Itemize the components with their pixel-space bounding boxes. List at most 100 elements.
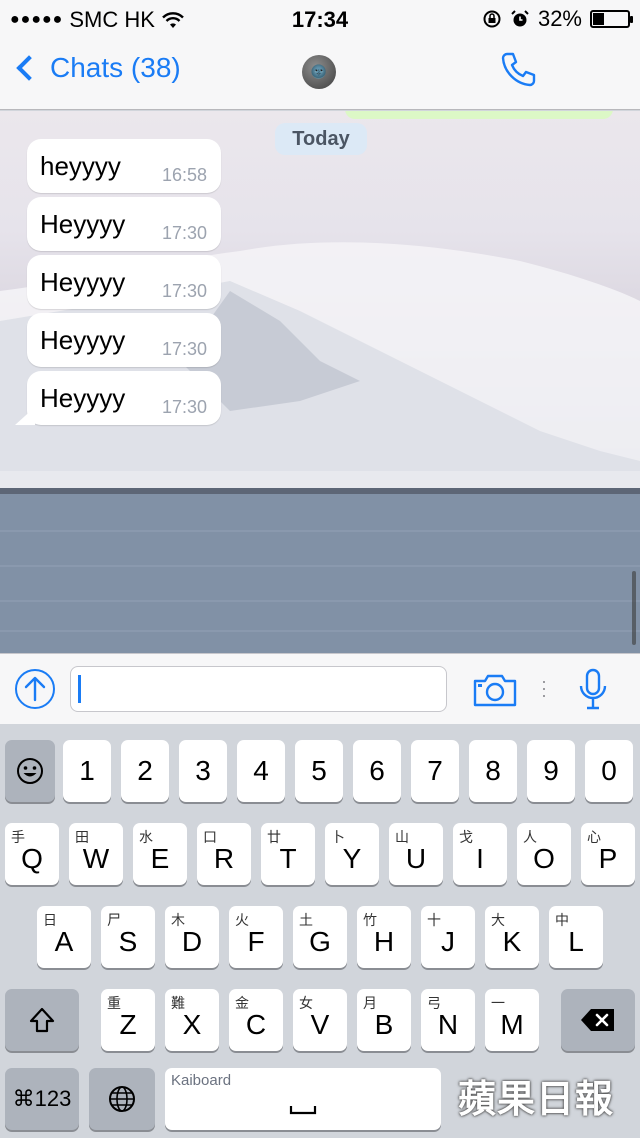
key-4[interactable]: 4	[237, 740, 285, 802]
key-q[interactable]: 手Q	[5, 823, 59, 885]
key-s[interactable]: 尸S	[101, 906, 155, 968]
key-p[interactable]: 心P	[581, 823, 635, 885]
key-letter: D	[181, 926, 203, 957]
key-b[interactable]: 月B	[357, 989, 411, 1051]
key-n[interactable]: 弓N	[421, 989, 475, 1051]
key-letter: A	[54, 926, 74, 957]
date-separator: Today	[275, 123, 367, 155]
message-bubble[interactable]: Heyyyy 17:30	[27, 313, 221, 367]
space-icon	[289, 1106, 317, 1115]
back-to-chats-button[interactable]: Chats (38)	[12, 52, 181, 84]
previous-outgoing-bubble	[345, 111, 613, 119]
key-a[interactable]: 日A	[37, 906, 91, 968]
rotation-lock-icon	[483, 10, 501, 28]
key-letter: O	[533, 843, 555, 874]
key-0[interactable]: 0	[585, 740, 633, 802]
key-letter: E	[150, 843, 170, 874]
key-9[interactable]: 9	[527, 740, 575, 802]
cangjie-label: 中	[555, 912, 569, 928]
cangjie-label: 日	[43, 912, 57, 928]
key-y[interactable]: 卜Y	[325, 823, 379, 885]
key-o[interactable]: 人O	[517, 823, 571, 885]
voice-note-button[interactable]	[578, 668, 608, 712]
message-bubble[interactable]: Heyyyy 17:30	[27, 197, 221, 251]
text-caret	[78, 675, 81, 703]
cangjie-label: 火	[235, 912, 249, 928]
message-time: 17:30	[161, 281, 207, 301]
key-2[interactable]: 2	[121, 740, 169, 802]
key-letter: Z	[119, 1009, 137, 1040]
shift-icon	[29, 1007, 55, 1033]
scroll-indicator[interactable]	[632, 571, 636, 645]
key-letter: X	[182, 1009, 202, 1040]
key-letter: J	[441, 926, 455, 957]
cangjie-label: 人	[523, 829, 537, 845]
message-bubble[interactable]: Heyyyy 17:30	[27, 371, 221, 425]
attach-button[interactable]	[15, 669, 55, 709]
key-letter: I	[476, 843, 484, 874]
chevron-left-icon	[16, 55, 42, 81]
key-letter: C	[245, 1009, 267, 1040]
key-z[interactable]: 重Z	[101, 989, 155, 1051]
key-3[interactable]: 3	[179, 740, 227, 802]
phone-icon	[501, 52, 536, 87]
key-i[interactable]: 戈I	[453, 823, 507, 885]
key-r[interactable]: 口R	[197, 823, 251, 885]
cangjie-label: 重	[107, 995, 121, 1011]
key-g[interactable]: 土G	[293, 906, 347, 968]
key-d[interactable]: 木D	[165, 906, 219, 968]
key-t[interactable]: 廿T	[261, 823, 315, 885]
shift-key[interactable]	[5, 989, 79, 1051]
key-j[interactable]: 十J	[421, 906, 475, 968]
key-k[interactable]: 大K	[485, 906, 539, 968]
status-bar: ●●●●● SMC HK 17:34 32%	[0, 0, 640, 38]
key-8[interactable]: 8	[469, 740, 517, 802]
key-w[interactable]: 田W	[69, 823, 123, 885]
key-letter: W	[82, 843, 110, 874]
call-button[interactable]	[498, 48, 540, 90]
key-letter: N	[437, 1009, 459, 1040]
chat-area[interactable]: Today heyyyy 16:58 Heyyyy 17:30 Heyyyy 1…	[0, 111, 640, 653]
numbers-key[interactable]: ⌘123	[5, 1068, 79, 1130]
contact-avatar[interactable]: 🌚	[302, 55, 336, 89]
cangjie-label: 竹	[363, 912, 377, 928]
message-input[interactable]	[70, 666, 447, 712]
cangjie-label: 土	[299, 912, 313, 928]
globe-icon	[109, 1086, 135, 1112]
cangjie-label: 金	[235, 995, 249, 1011]
message-bubble[interactable]: Heyyyy 17:30	[27, 255, 221, 309]
watermark: 蘋果日報	[457, 1079, 614, 1121]
cangjie-label: 廿	[267, 829, 281, 845]
key-f[interactable]: 火F	[229, 906, 283, 968]
key-5[interactable]: 5	[295, 740, 343, 802]
message-text: Heyyyy	[40, 209, 126, 239]
camera-button[interactable]	[472, 672, 518, 708]
cangjie-label: 戈	[459, 829, 473, 845]
key-u[interactable]: 山U	[389, 823, 443, 885]
cangjie-label: 口	[203, 829, 217, 845]
key-1[interactable]: 1	[63, 740, 111, 802]
globe-key[interactable]	[89, 1068, 155, 1130]
microphone-icon	[579, 668, 607, 710]
message-bubble[interactable]: heyyyy 16:58	[27, 139, 221, 193]
space-key[interactable]: Kaiboard	[165, 1068, 441, 1130]
key-c[interactable]: 金C	[229, 989, 283, 1051]
cangjie-label: 月	[363, 995, 377, 1011]
emoji-key[interactable]	[5, 740, 55, 802]
key-letter: S	[118, 926, 138, 957]
key-h[interactable]: 竹H	[357, 906, 411, 968]
cangjie-label: 一	[491, 995, 505, 1011]
cangjie-label: 十	[427, 912, 441, 928]
key-6[interactable]: 6	[353, 740, 401, 802]
key-v[interactable]: 女V	[293, 989, 347, 1051]
key-7[interactable]: 7	[411, 740, 459, 802]
backspace-key[interactable]	[561, 989, 635, 1051]
key-e[interactable]: 水E	[133, 823, 187, 885]
cangjie-label: 水	[139, 829, 153, 845]
cangjie-label: 心	[587, 829, 601, 845]
arrow-up-icon	[24, 676, 46, 702]
key-m[interactable]: 一M	[485, 989, 539, 1051]
key-x[interactable]: 難X	[165, 989, 219, 1051]
divider-dots: · · ·	[541, 671, 547, 705]
key-l[interactable]: 中L	[549, 906, 603, 968]
